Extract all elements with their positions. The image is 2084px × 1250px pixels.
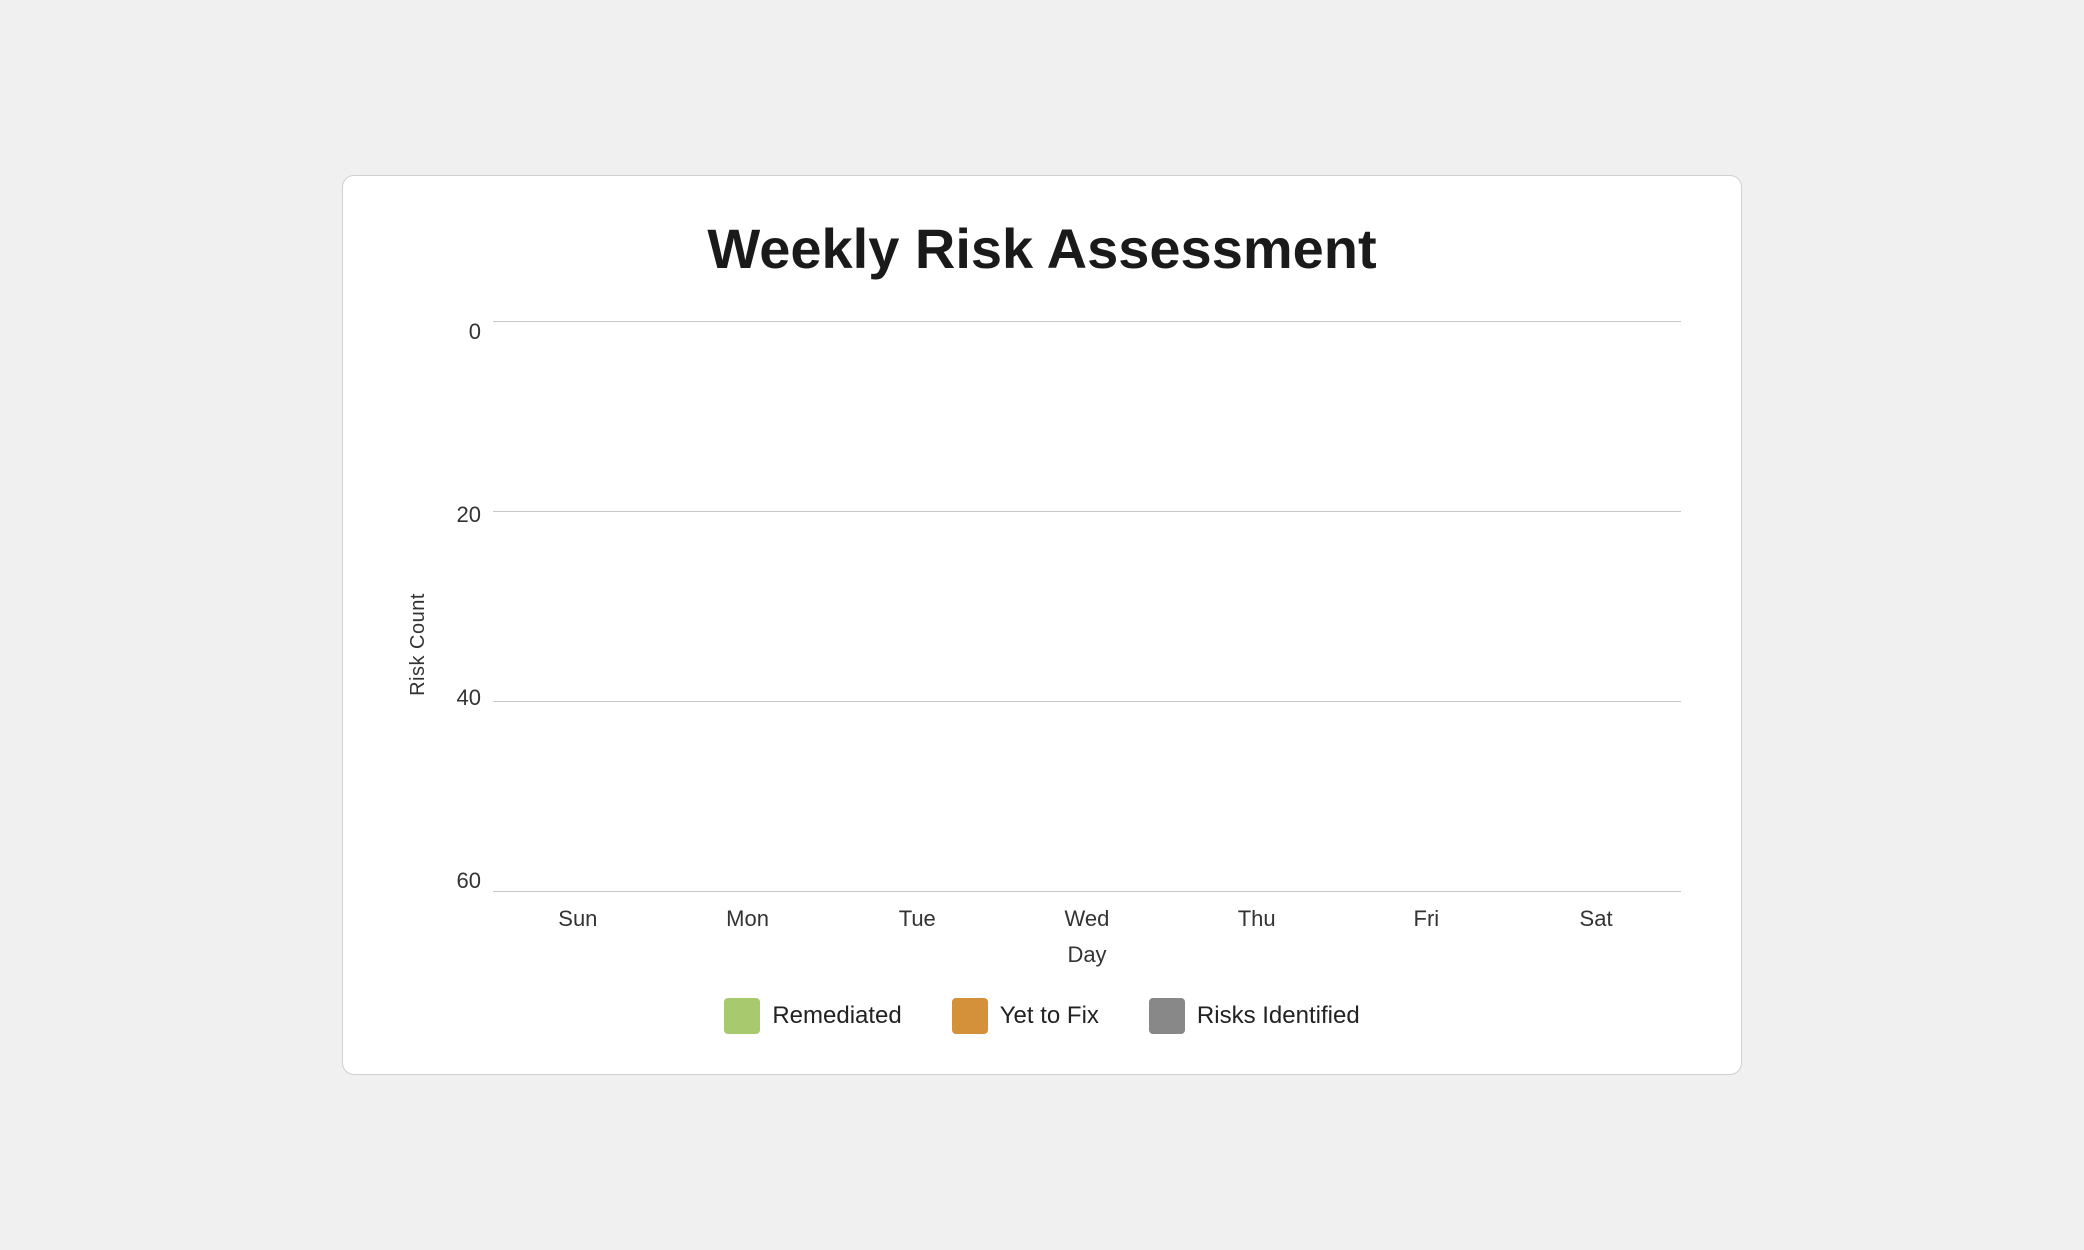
legend-item-remediated: Remediated (724, 998, 901, 1034)
legend-swatch-yet-to-fix (952, 998, 988, 1034)
legend-label-remediated: Remediated (772, 1002, 901, 1030)
chart-card: Weekly Risk Assessment Risk Count 60 40 … (342, 175, 1742, 1075)
legend-item-yet-to-fix: Yet to Fix (952, 998, 1099, 1034)
legend-swatch-risks-identified (1149, 998, 1185, 1034)
plot-area: 60 40 20 0 (443, 321, 1681, 892)
legend-swatch-remediated (724, 998, 760, 1034)
chart-title: Weekly Risk Assessment (707, 216, 1376, 281)
legend-label-yet-to-fix: Yet to Fix (1000, 1002, 1099, 1030)
x-axis: Sun Mon Tue Wed Thu Fri Sat (493, 892, 1681, 932)
y-tick-0: 0 (469, 321, 481, 343)
chart-area: Risk Count 60 40 20 0 (403, 321, 1681, 968)
grid-line-0 (493, 891, 1681, 892)
y-tick-40: 40 (457, 687, 481, 709)
x-axis-label-container: Day (493, 942, 1681, 968)
y-tick-20: 20 (457, 504, 481, 526)
grid-line-60 (493, 321, 1681, 322)
grid-line-20 (493, 701, 1681, 702)
x-tick-sun: Sun (528, 906, 628, 932)
x-tick-sat: Sat (1546, 906, 1646, 932)
legend-label-risks-identified: Risks Identified (1197, 1002, 1360, 1030)
x-tick-thu: Thu (1207, 906, 1307, 932)
grid-and-bars (493, 321, 1681, 892)
y-axis-label: Risk Count (407, 593, 430, 696)
chart-inner: 60 40 20 0 Sun Mon (443, 321, 1681, 968)
legend-item-risks-identified: Risks Identified (1149, 998, 1360, 1034)
x-tick-tue: Tue (867, 906, 967, 932)
x-tick-mon: Mon (698, 906, 798, 932)
y-tick-60: 60 (457, 870, 481, 892)
grid-lines (493, 321, 1681, 892)
y-axis-label-container: Risk Count (403, 321, 433, 968)
y-ticks: 60 40 20 0 (443, 321, 493, 892)
x-axis-label: Day (1067, 942, 1106, 967)
legend: Remediated Yet to Fix Risks Identified (724, 998, 1359, 1034)
x-tick-fri: Fri (1376, 906, 1476, 932)
grid-line-40 (493, 511, 1681, 512)
x-tick-wed: Wed (1037, 906, 1137, 932)
